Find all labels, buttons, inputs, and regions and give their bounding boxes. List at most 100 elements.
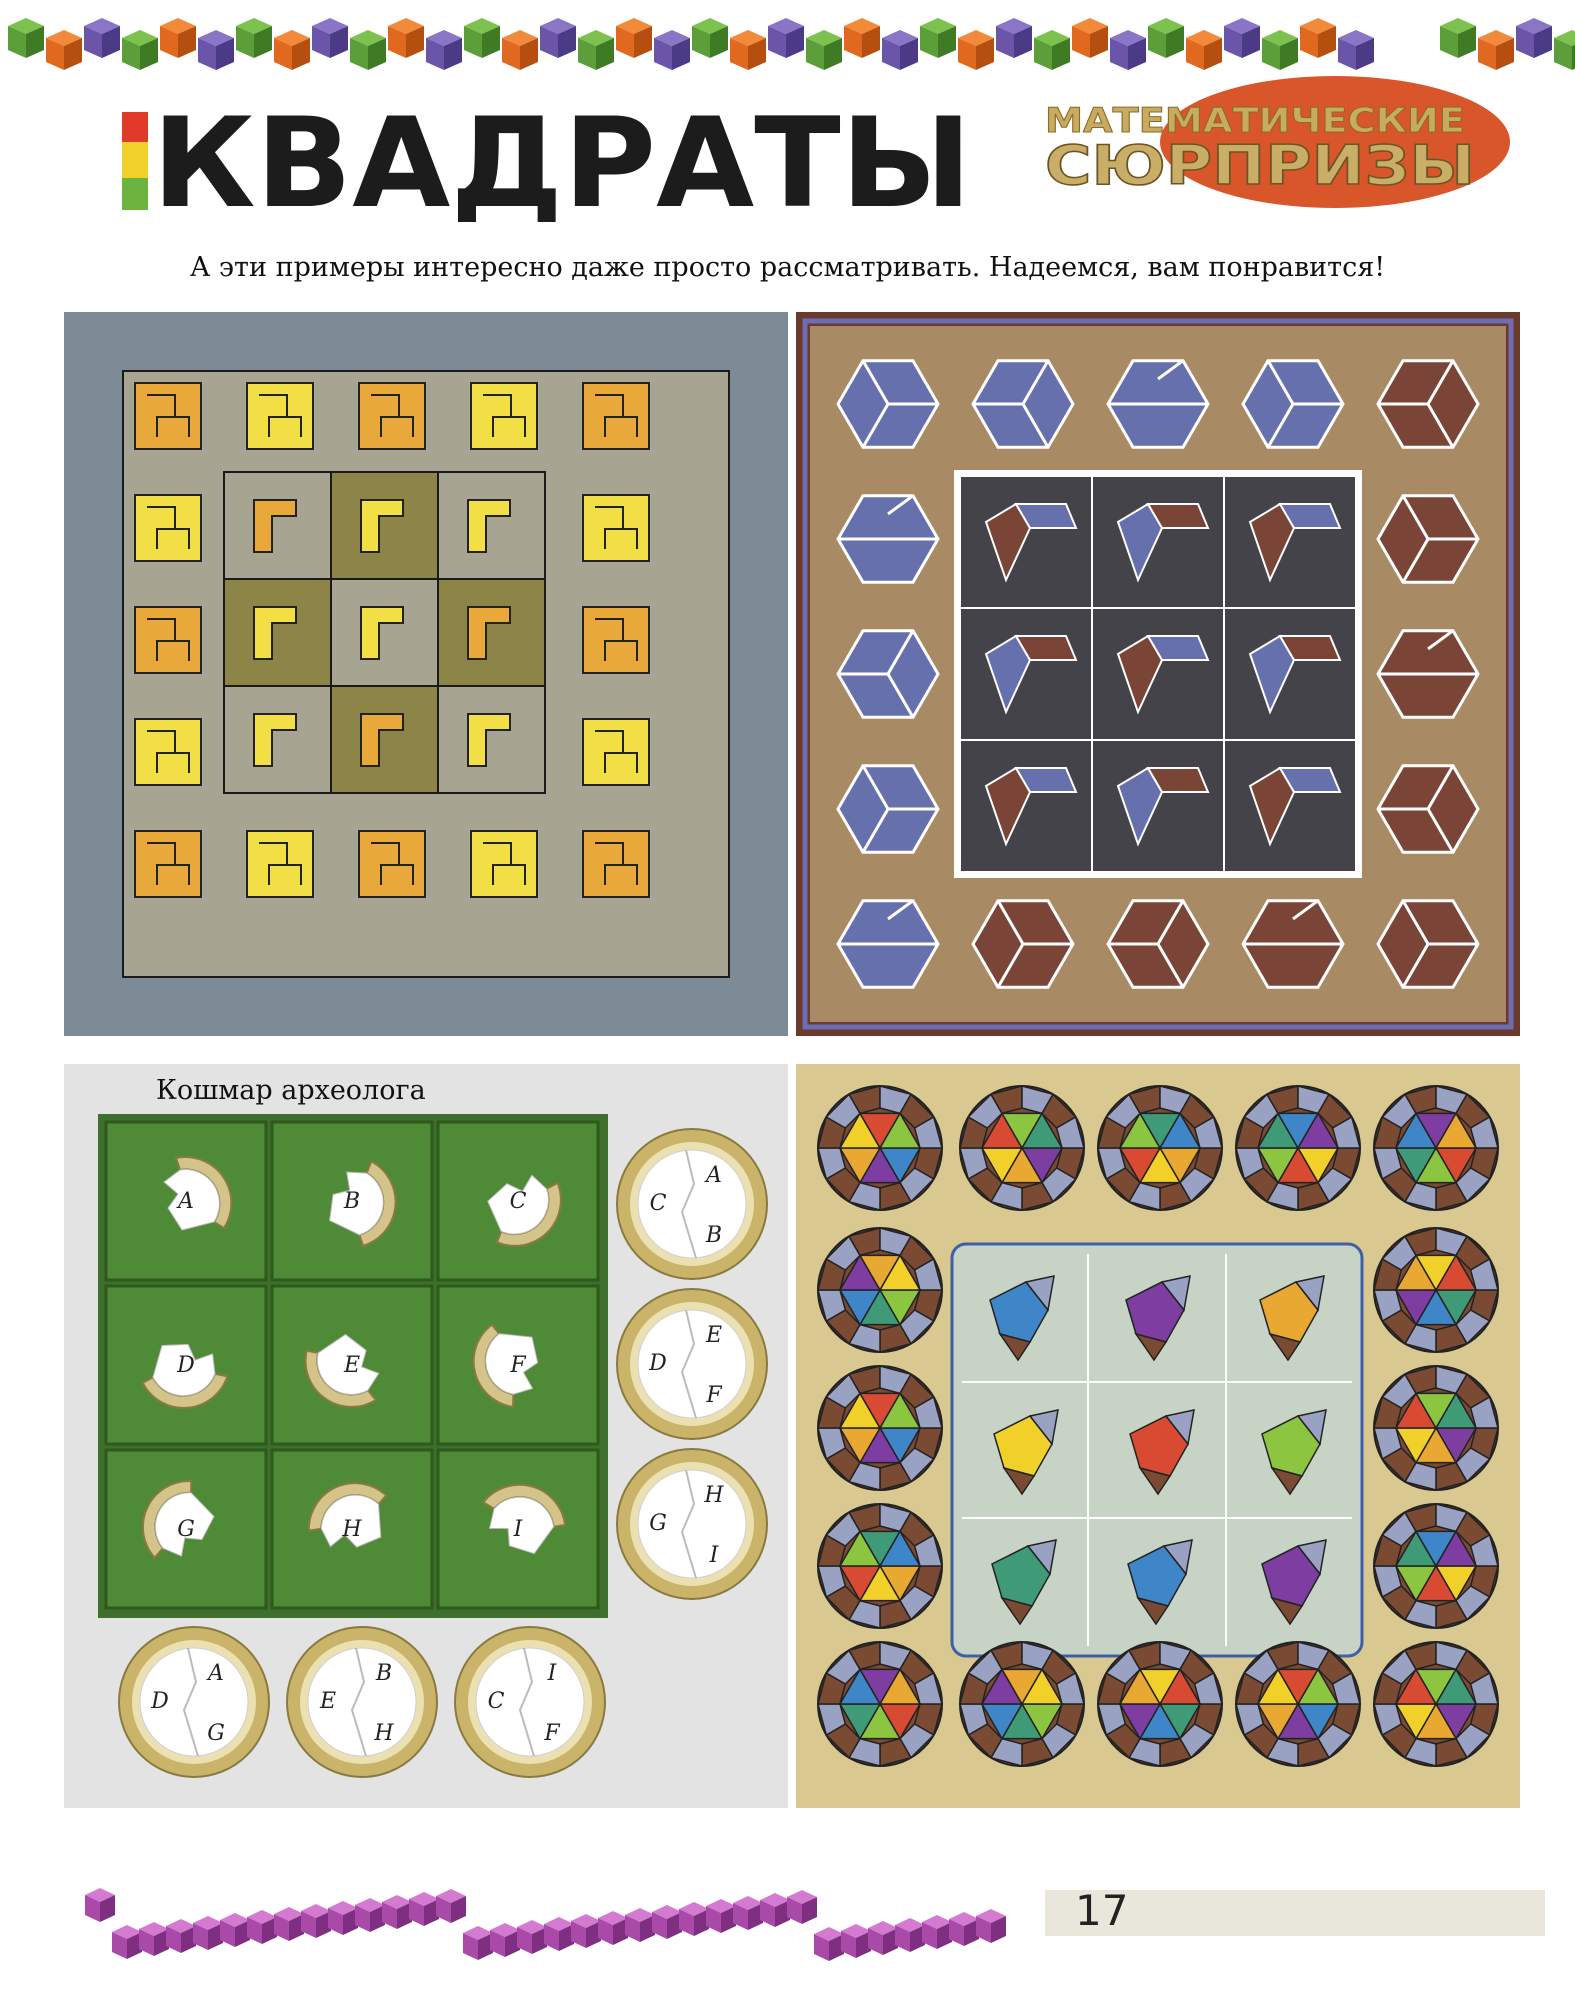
decor-cube [84, 18, 120, 58]
shard-letter: C [510, 1189, 527, 1214]
decor-cube [247, 1910, 277, 1944]
decor-cube [1186, 30, 1222, 70]
decor-cube [490, 1923, 520, 1957]
decor-cube [654, 30, 690, 70]
grid-tile: F [436, 1284, 600, 1446]
rosette-piece [1235, 1641, 1361, 1767]
rosette-piece [1373, 1641, 1499, 1767]
square-piece [246, 830, 314, 898]
decor-cube [160, 18, 196, 58]
decor-cube [388, 18, 424, 58]
ring-letter: A [704, 1163, 722, 1188]
decor-cube [787, 1890, 817, 1924]
decor-cube [355, 1898, 385, 1932]
rosette-piece [1097, 1641, 1223, 1767]
decor-cube [350, 30, 386, 70]
rosette-piece [817, 1641, 943, 1767]
square-piece [134, 382, 202, 450]
rosette-piece [1373, 1503, 1499, 1629]
rosette-piece [959, 1641, 1085, 1767]
center-cell [223, 471, 332, 580]
square-piece [358, 830, 426, 898]
ring-letter: H [373, 1721, 394, 1746]
ring-letter: I [709, 1543, 720, 1568]
ring-letter: E [705, 1323, 722, 1348]
center-cell [330, 578, 439, 687]
decor-cube [1478, 30, 1514, 70]
decor-cube [571, 1914, 601, 1948]
decor-cube [409, 1892, 439, 1926]
decor-cube [328, 1901, 358, 1935]
decor-cube [1072, 18, 1108, 58]
puzzle-archaeologist: Кошмар археолога A B C D E F G H I C A B D E F G H I D A G E… [64, 1064, 788, 1808]
decor-cube [8, 18, 44, 58]
ring-letter: F [543, 1721, 560, 1746]
ring-letter: I [547, 1661, 558, 1686]
plate-ring: C I F [454, 1626, 606, 1778]
puzzle-square-pieces [64, 312, 788, 1036]
decor-cube [1110, 30, 1146, 70]
rosette-piece [1235, 1085, 1361, 1211]
square-piece [582, 606, 650, 674]
page-title: КВАДРАТЫ [122, 102, 972, 222]
ring-letter: A [206, 1661, 224, 1686]
decor-cube [382, 1895, 412, 1929]
decor-cube [733, 1896, 763, 1930]
decor-cube [274, 30, 310, 70]
plate-ring: E B H [286, 1626, 438, 1778]
decor-cube [814, 1927, 844, 1961]
decor-cube [652, 1905, 682, 1939]
decor-cube [436, 1889, 466, 1923]
rosette-piece [817, 1085, 943, 1211]
cube-border-bottom [85, 1888, 1006, 1961]
decor-cube [949, 1912, 979, 1946]
decor-cube [274, 1907, 304, 1941]
grid-tile: B [270, 1120, 434, 1282]
decor-cube [85, 1888, 115, 1922]
ring-letter: B [705, 1223, 722, 1248]
ring-letter: F [705, 1383, 722, 1408]
decor-cube [868, 1921, 898, 1955]
decor-cube [1338, 30, 1374, 70]
square-piece [582, 830, 650, 898]
decor-cube [806, 30, 842, 70]
panel-caption: Кошмар археолога [156, 1075, 426, 1106]
square-piece [470, 382, 538, 450]
decor-cube [464, 18, 500, 58]
badge-line-2: СЮРПРИЗЫ [1045, 134, 1475, 197]
decor-cube [122, 30, 158, 70]
shard-letter: G [177, 1517, 195, 1542]
square-piece [246, 382, 314, 450]
decor-cube [882, 30, 918, 70]
ring-letter: C [488, 1689, 505, 1714]
decor-cube [301, 1904, 331, 1938]
decor-cube [312, 18, 348, 58]
decor-cube [517, 1920, 547, 1954]
square-piece [134, 718, 202, 786]
shard-letter: I [513, 1517, 524, 1542]
center-cell [437, 471, 546, 580]
decor-cube [198, 30, 234, 70]
rosette-piece [817, 1365, 943, 1491]
decor-cube [922, 1915, 952, 1949]
square-piece [134, 606, 202, 674]
decor-cube [112, 1925, 142, 1959]
decor-cube [625, 1908, 655, 1942]
rosette-piece [817, 1227, 943, 1353]
decor-cube [760, 1893, 790, 1927]
decor-cube [193, 1916, 223, 1950]
decor-cube [139, 1922, 169, 1956]
grid-tile: C [436, 1120, 600, 1282]
decor-cube [46, 30, 82, 70]
decor-cube [1262, 30, 1298, 70]
decor-cube [1034, 30, 1070, 70]
center-cell [330, 471, 439, 580]
decor-cube [598, 1911, 628, 1945]
ring-letter: G [649, 1511, 667, 1536]
square-piece [134, 494, 202, 562]
square-piece [358, 382, 426, 450]
page-number: 17 [1075, 1886, 1129, 1935]
grid-tile: D [104, 1284, 268, 1446]
shard-letter: F [509, 1353, 526, 1378]
ring-letter: D [150, 1689, 169, 1714]
